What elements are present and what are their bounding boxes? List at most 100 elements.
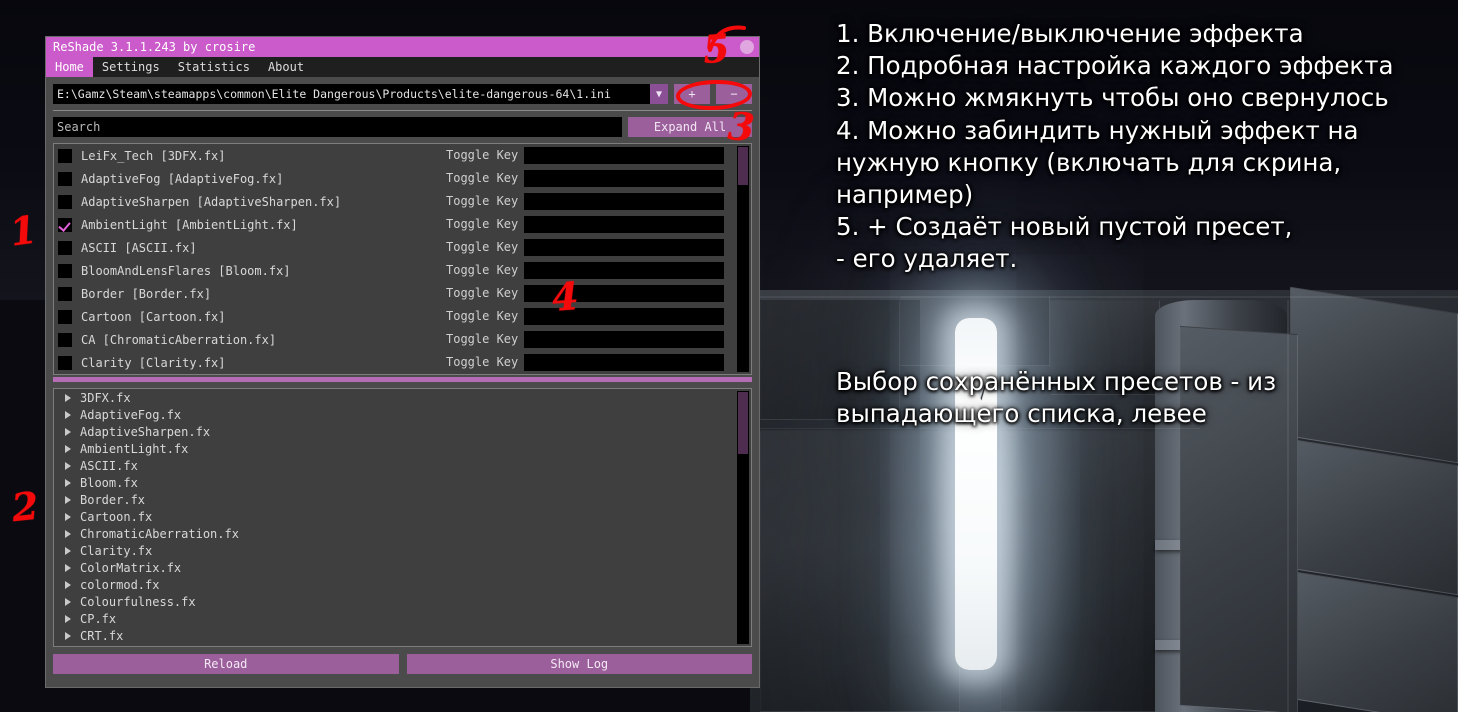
- tab-settings[interactable]: Settings: [93, 57, 169, 77]
- divider: [53, 110, 752, 111]
- toggle-key-label: Toggle Key: [446, 240, 519, 254]
- effect-row[interactable]: AdaptiveSharpen [AdaptiveSharpen.fx] Togg…: [54, 190, 751, 213]
- technique-file-row[interactable]: ASCII.fx: [54, 457, 751, 474]
- technique-file-row[interactable]: Clarity.fx: [54, 542, 751, 559]
- effect-checkbox[interactable]: [58, 171, 72, 186]
- effect-checkbox[interactable]: [58, 309, 72, 324]
- effect-row[interactable]: AdaptiveFog [AdaptiveFog.fx] Toggle Key: [54, 167, 751, 190]
- effects-list-accent-bar: [53, 377, 752, 382]
- technique-file-label: Colourfulness.fx: [80, 594, 196, 609]
- effect-checkbox[interactable]: [58, 240, 72, 255]
- effect-row[interactable]: Border [Border.fx] Toggle Key: [54, 282, 751, 305]
- technique-file-row[interactable]: AdaptiveFog.fx: [54, 406, 751, 423]
- effect-name-label: BloomAndLensFlares [Bloom.fx]: [81, 263, 291, 278]
- chevron-down-icon[interactable]: ▼: [650, 84, 668, 104]
- chevron-right-icon[interactable]: [65, 631, 71, 640]
- toggle-key-input[interactable]: [524, 147, 724, 164]
- background-panel: [1000, 430, 1170, 712]
- technique-file-row[interactable]: CRT.fx: [54, 627, 751, 644]
- effect-checkbox[interactable]: [58, 217, 72, 232]
- show-log-button[interactable]: Show Log: [406, 654, 752, 674]
- effect-row[interactable]: CA [ChromaticAberration.fx] Toggle Key: [54, 328, 751, 351]
- toggle-key-label: Toggle Key: [446, 263, 519, 277]
- toggle-key-input[interactable]: [524, 170, 724, 187]
- technique-file-row[interactable]: CP.fx: [54, 610, 751, 627]
- technique-file-list[interactable]: 3DFX.fx AdaptiveFog.fx AdaptiveSharpen.fx A…: [53, 388, 752, 647]
- technique-list-scrollbar[interactable]: [737, 391, 749, 644]
- technique-file-row[interactable]: ChromaticAberration.fx: [54, 525, 751, 542]
- chevron-right-icon[interactable]: [65, 461, 71, 470]
- scrollbar-thumb[interactable]: [738, 392, 748, 454]
- preset-path-input[interactable]: E:\Gamz\Steam\steamapps\common\Elite Dan…: [53, 84, 650, 104]
- technique-file-row[interactable]: 3DFX.fx: [54, 389, 751, 406]
- effect-checkbox[interactable]: [58, 332, 72, 347]
- reload-button[interactable]: Reload: [53, 654, 399, 674]
- chevron-right-icon[interactable]: [65, 427, 71, 436]
- toggle-key-input[interactable]: [524, 216, 724, 233]
- technique-file-row[interactable]: AdaptiveSharpen.fx: [54, 423, 751, 440]
- chevron-right-icon[interactable]: [65, 512, 71, 521]
- tab-about[interactable]: About: [259, 57, 313, 77]
- toggle-key-input[interactable]: [524, 308, 724, 325]
- toggle-key-input[interactable]: [524, 239, 724, 256]
- background-panel: [760, 430, 960, 712]
- effect-checkbox[interactable]: [58, 263, 72, 278]
- effect-checkbox[interactable]: [58, 286, 72, 301]
- window-body: E:\Gamz\Steam\steamapps\common\Elite Dan…: [46, 77, 759, 674]
- bottom-button-row: Reload Show Log: [53, 654, 752, 674]
- effect-name-label: Clarity [Clarity.fx]: [81, 355, 226, 370]
- technique-file-label: ColorMatrix.fx: [80, 560, 182, 575]
- remove-preset-button[interactable]: −: [716, 84, 752, 104]
- search-input[interactable]: Search: [53, 117, 622, 137]
- technique-file-row[interactable]: ColorMatrix.fx: [54, 559, 751, 576]
- technique-file-label: Bloom.fx: [80, 475, 138, 490]
- add-preset-button[interactable]: +: [674, 84, 710, 104]
- chevron-right-icon[interactable]: [65, 529, 71, 538]
- toggle-key-label: Toggle Key: [446, 309, 519, 323]
- effect-checkbox[interactable]: [58, 355, 72, 370]
- technique-file-row[interactable]: Colourfulness.fx: [54, 593, 751, 610]
- effect-row[interactable]: Clarity [Clarity.fx] Toggle Key: [54, 351, 751, 374]
- toggle-key-input[interactable]: [524, 354, 724, 371]
- toggle-key-input[interactable]: [524, 285, 724, 302]
- technique-file-row[interactable]: colormod.fx: [54, 576, 751, 593]
- chevron-right-icon[interactable]: [65, 444, 71, 453]
- chevron-right-icon[interactable]: [65, 546, 71, 555]
- expand-all-button[interactable]: Expand All: [628, 117, 752, 137]
- technique-file-row[interactable]: Bloom.fx: [54, 474, 751, 491]
- chevron-right-icon[interactable]: [65, 410, 71, 419]
- chevron-right-icon[interactable]: [65, 478, 71, 487]
- technique-file-label: 3DFX.fx: [80, 390, 131, 405]
- effect-checkbox[interactable]: [58, 194, 72, 209]
- chevron-right-icon[interactable]: [65, 563, 71, 572]
- toggle-key-input[interactable]: [524, 193, 724, 210]
- background-seam: [760, 296, 1458, 298]
- toggle-key-label: Toggle Key: [446, 332, 519, 346]
- collapse-toggle-icon[interactable]: [740, 40, 754, 54]
- toggle-key-input[interactable]: [524, 331, 724, 348]
- chevron-right-icon[interactable]: [65, 495, 71, 504]
- tab-home[interactable]: Home: [46, 57, 93, 77]
- scrollbar-thumb[interactable]: [738, 147, 748, 185]
- chevron-right-icon[interactable]: [65, 597, 71, 606]
- toggle-key-label: Toggle Key: [446, 355, 519, 369]
- chevron-right-icon[interactable]: [65, 580, 71, 589]
- toggle-key-input[interactable]: [524, 262, 724, 279]
- effects-list-scrollbar[interactable]: [737, 146, 749, 372]
- effect-row[interactable]: ASCII [ASCII.fx] Toggle Key: [54, 236, 751, 259]
- technique-file-row[interactable]: Cartoon.fx: [54, 508, 751, 525]
- window-titlebar[interactable]: ReShade 3.1.1.243 by crosire: [46, 37, 759, 57]
- effect-checkbox[interactable]: [58, 148, 72, 163]
- effect-row[interactable]: AmbientLight [AmbientLight.fx] Toggle Key: [54, 213, 751, 236]
- effect-row[interactable]: BloomAndLensFlares [Bloom.fx] Toggle Key: [54, 259, 751, 282]
- technique-file-row[interactable]: AmbientLight.fx: [54, 440, 751, 457]
- effects-list[interactable]: LeiFx_Tech [3DFX.fx] Toggle Key AdaptiveFo…: [53, 143, 752, 375]
- technique-file-label: Cartoon.fx: [80, 509, 153, 524]
- tab-statistics[interactable]: Statistics: [169, 57, 259, 77]
- technique-file-row[interactable]: Border.fx: [54, 491, 751, 508]
- effect-row[interactable]: Cartoon [Cartoon.fx] Toggle Key: [54, 305, 751, 328]
- technique-file-label: colormod.fx: [80, 577, 160, 592]
- effect-row[interactable]: LeiFx_Tech [3DFX.fx] Toggle Key: [54, 144, 751, 167]
- chevron-right-icon[interactable]: [65, 393, 71, 402]
- chevron-right-icon[interactable]: [65, 614, 71, 623]
